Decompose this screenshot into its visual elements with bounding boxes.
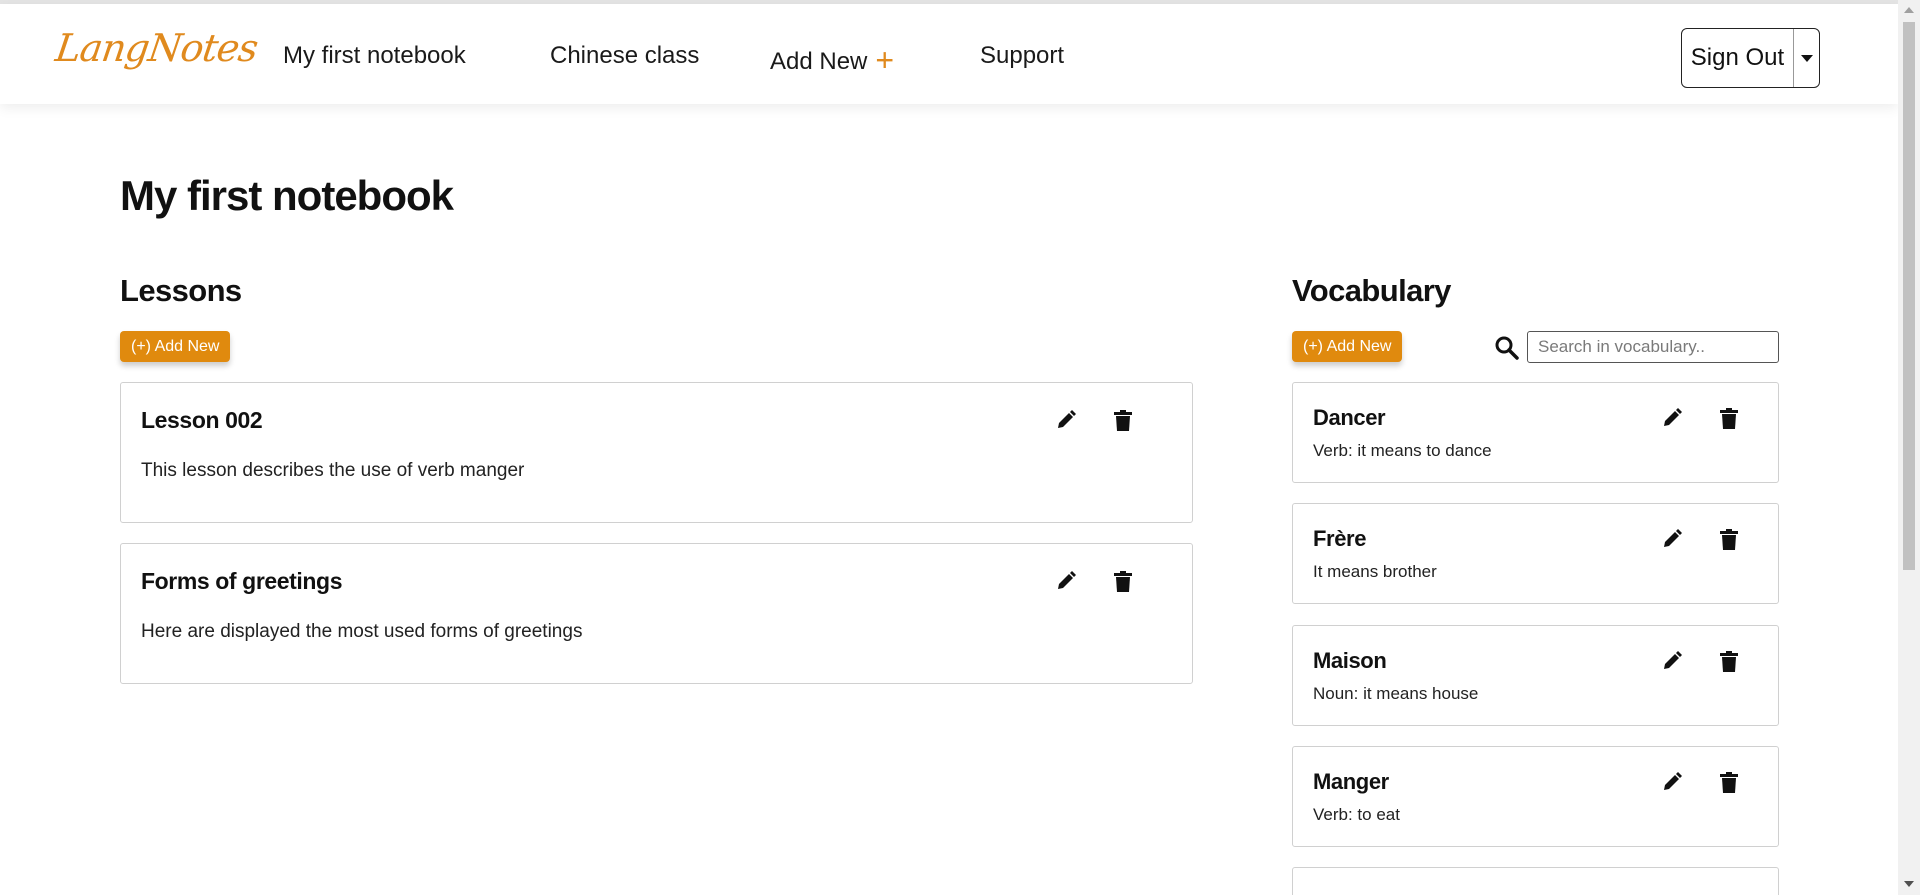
vocabulary-meaning: Verb: it means to dance xyxy=(1313,441,1492,460)
page-title: My first notebook xyxy=(120,172,454,219)
vocabulary-card[interactable]: Maison Noun: it means house xyxy=(1292,625,1779,726)
vocabulary-meaning: Noun: it means house xyxy=(1313,684,1479,703)
pencil-icon[interactable] xyxy=(1659,405,1685,431)
lesson-card[interactable]: Lesson 002 This lesson describes the use… xyxy=(120,382,1193,523)
vocabulary-card[interactable]: Manger Verb: to eat xyxy=(1292,746,1779,847)
pencil-icon[interactable] xyxy=(1659,769,1685,795)
trash-icon[interactable] xyxy=(1110,407,1136,433)
vocabulary-meaning: Verb: to eat xyxy=(1313,805,1400,824)
lessons-heading: Lessons xyxy=(120,273,242,308)
nav-item-my-first-notebook[interactable]: My first notebook xyxy=(283,42,466,70)
scroll-down-icon[interactable] xyxy=(1904,881,1914,887)
lesson-description: Here are displayed the most used forms o… xyxy=(141,621,583,642)
vocabulary-word: Manger xyxy=(1313,769,1389,794)
vocabulary-word: Maison xyxy=(1313,648,1387,673)
search-icon[interactable] xyxy=(1494,335,1520,361)
plus-icon: + xyxy=(875,42,895,78)
vocabulary-word: Frère xyxy=(1313,526,1367,551)
vocabulary-card[interactable]: Frère It means brother xyxy=(1292,503,1779,604)
trash-icon[interactable] xyxy=(1716,405,1742,431)
trash-icon[interactable] xyxy=(1716,769,1742,795)
vocabulary-word: Dancer xyxy=(1313,405,1386,430)
nav-item-support[interactable]: Support xyxy=(980,42,1064,70)
signout-dropdown-toggle[interactable] xyxy=(1794,29,1819,87)
scrollbar-thumb[interactable] xyxy=(1903,22,1915,570)
caret-down-icon xyxy=(1800,54,1813,62)
nav-item-add-new[interactable]: Add New + xyxy=(770,42,894,79)
nav-item-add-new-label: Add New xyxy=(770,48,868,75)
lesson-card[interactable]: Forms of greetings Here are displayed th… xyxy=(120,543,1193,684)
pencil-icon[interactable] xyxy=(1659,648,1685,674)
app-logo[interactable]: LangNotes xyxy=(53,26,260,70)
signout-button[interactable]: Sign Out xyxy=(1682,29,1794,87)
add-lesson-button[interactable]: (+) Add New xyxy=(120,331,231,362)
vocabulary-meaning: It means brother xyxy=(1313,562,1437,581)
add-vocabulary-button[interactable]: (+) Add New xyxy=(1292,331,1403,362)
lesson-title: Forms of greetings xyxy=(141,568,343,594)
scroll-up-icon[interactable] xyxy=(1904,7,1914,13)
lesson-description: This lesson describes the use of verb ma… xyxy=(141,460,525,481)
trash-icon[interactable] xyxy=(1716,526,1742,552)
vocabulary-card-partial[interactable] xyxy=(1292,867,1779,895)
trash-icon[interactable] xyxy=(1716,648,1742,674)
vocabulary-search-input[interactable] xyxy=(1527,331,1779,363)
signout-split-button: Sign Out xyxy=(1681,28,1820,88)
trash-icon[interactable] xyxy=(1110,568,1136,594)
navbar: LangNotes My first notebook Chinese clas… xyxy=(0,4,1898,104)
pencil-icon[interactable] xyxy=(1053,568,1079,594)
page-scrollbar[interactable] xyxy=(1898,0,1920,895)
pencil-icon[interactable] xyxy=(1053,407,1079,433)
nav-item-chinese-class[interactable]: Chinese class xyxy=(550,42,699,70)
lesson-title: Lesson 002 xyxy=(141,407,263,433)
vocabulary-card[interactable]: Dancer Verb: it means to dance xyxy=(1292,382,1779,483)
vocabulary-heading: Vocabulary xyxy=(1292,273,1451,308)
pencil-icon[interactable] xyxy=(1659,526,1685,552)
